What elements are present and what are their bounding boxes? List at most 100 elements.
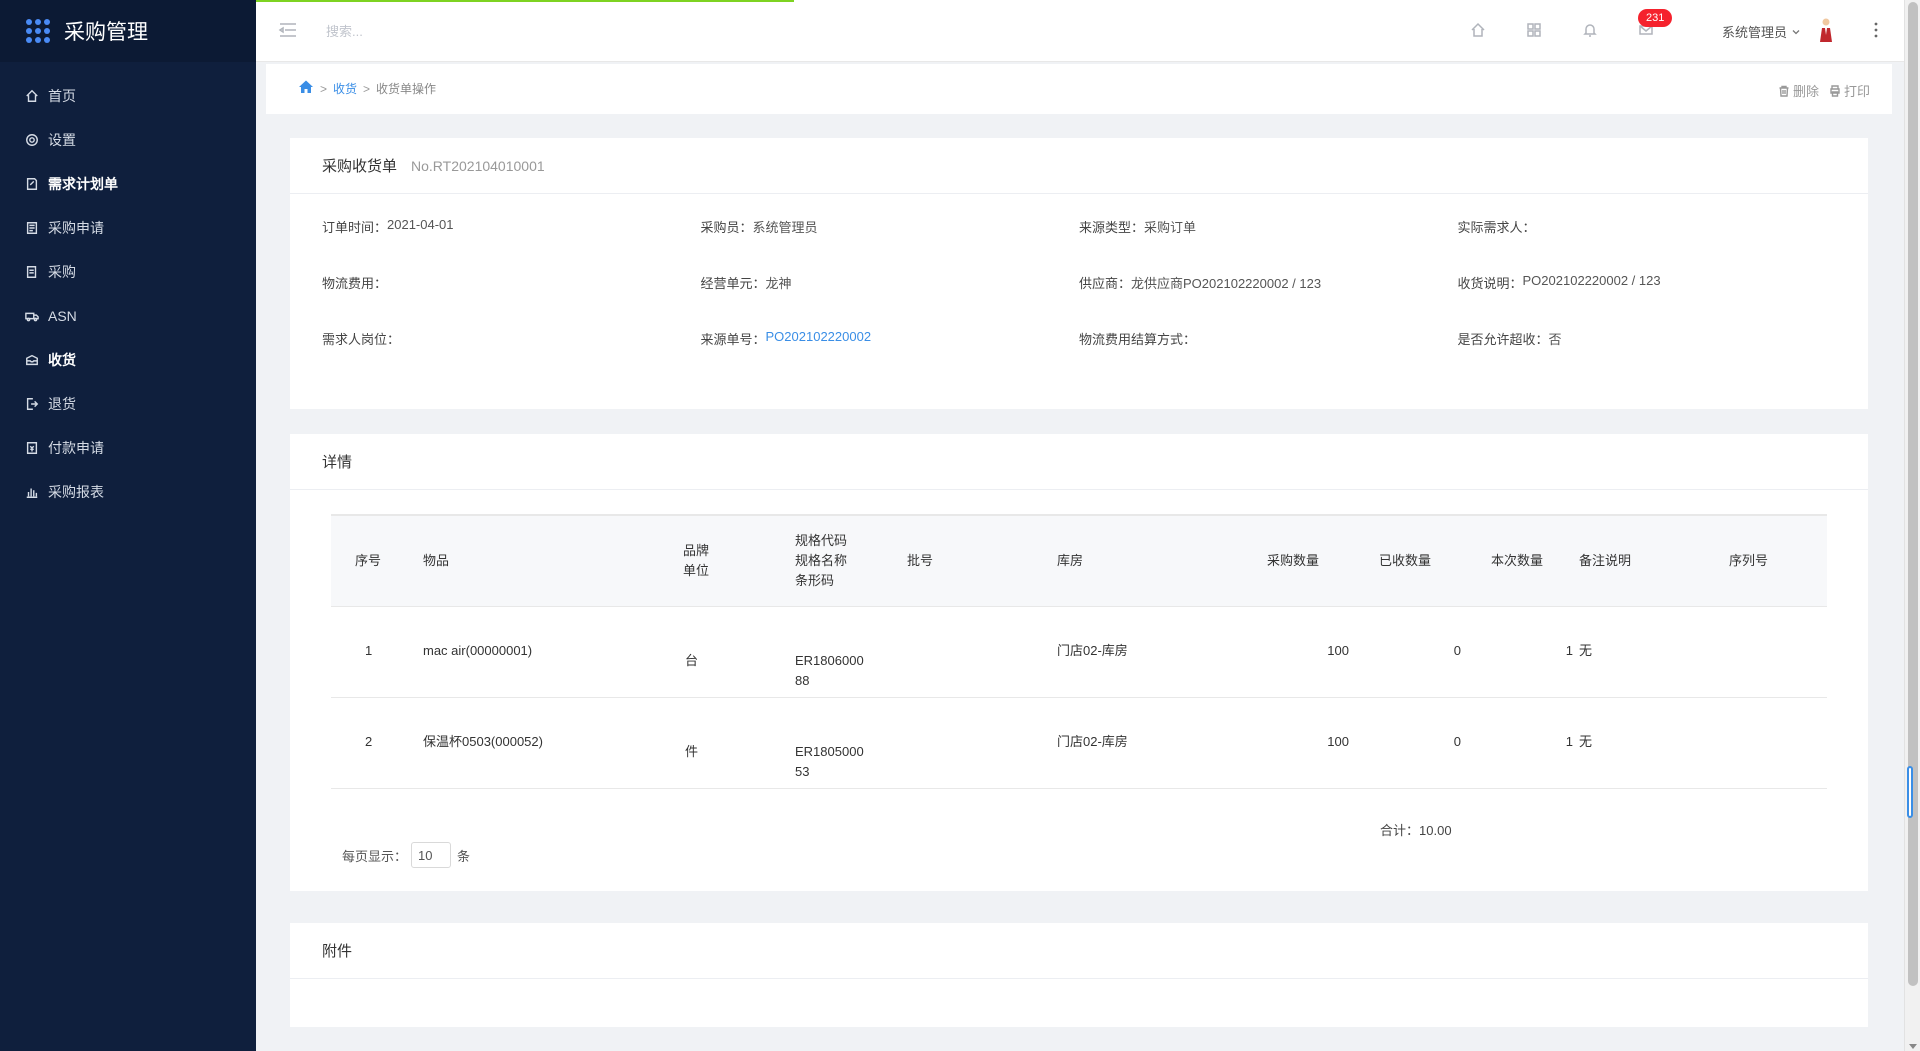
- cell-code-line1: ER1805000: [795, 744, 864, 759]
- print-button[interactable]: 打印: [1829, 81, 1870, 100]
- field-label: 采购员：: [700, 219, 753, 235]
- receipt-note-field: 收货说明： PO202102220002 / 123: [1458, 273, 1837, 292]
- top-bar: 231 系统管理员: [256, 0, 1904, 62]
- cell-warehouse: 门店02-库房: [1057, 643, 1128, 658]
- field-label: 经营单元：: [700, 275, 766, 291]
- sidebar-item-demand-plan[interactable]: 需求计划单: [0, 162, 256, 206]
- attachment-card: 附件: [290, 923, 1868, 1027]
- breadcrumb-separator: >: [363, 81, 371, 96]
- cell-remark: 无: [1579, 734, 1593, 749]
- page-scrollbar[interactable]: [1904, 0, 1920, 1051]
- scroll-down-arrow-icon[interactable]: [1909, 1044, 1917, 1049]
- breadcrumb-separator: >: [320, 81, 328, 96]
- sidebar-item-asn[interactable]: ASN: [0, 294, 256, 338]
- apps-grid-icon: [26, 19, 50, 43]
- breadcrumb-link-receiving[interactable]: 收货: [333, 80, 357, 97]
- trash-icon: [1779, 85, 1789, 97]
- bar-chart-icon: [24, 484, 40, 500]
- collapse-menu-icon[interactable]: [278, 20, 298, 40]
- page-size-input[interactable]: [411, 842, 452, 868]
- bell-icon[interactable]: [1580, 20, 1600, 40]
- field-value: 龙神: [765, 275, 792, 291]
- exit-icon: [24, 396, 40, 412]
- table-row[interactable]: 1 mac air(00000001) 台 ER1806000 88 门店02-…: [331, 607, 1827, 698]
- home-icon: [24, 88, 40, 104]
- home-icon[interactable]: [298, 79, 314, 98]
- col-barcode: 条形码: [795, 573, 835, 588]
- table-row[interactable]: 2 保温杯0503(000052) 件 ER1805000 53 门店02-库房…: [331, 698, 1827, 789]
- cell-received-qty: 0: [1453, 734, 1461, 749]
- more-options-icon[interactable]: [1866, 20, 1886, 40]
- field-label: 需求人岗位：: [322, 331, 401, 347]
- sidebar-item-home[interactable]: 首页: [0, 74, 256, 118]
- total-label: 合计：: [1380, 823, 1420, 838]
- info-row: 需求人岗位： 来源单号： PO202102220002 物流费用结算方式： 是否允…: [322, 310, 1836, 366]
- col-spec-name: 规格名称: [795, 553, 848, 568]
- message-count-badge: 231: [1638, 9, 1673, 27]
- cell-warehouse: 门店02-库房: [1057, 734, 1128, 749]
- cell-item: 保温杯0503(000052): [423, 734, 543, 749]
- sidebar-item-receiving[interactable]: 收货: [0, 338, 256, 382]
- page-size-label: 每页显示：: [342, 848, 408, 864]
- card-header: 附件: [290, 923, 1868, 979]
- box-icon: [24, 352, 40, 368]
- business-unit-field: 经营单元： 龙神: [701, 273, 1080, 292]
- supplier-field: 供应商： 龙供应商PO202102220002 / 123: [1079, 273, 1458, 292]
- attachment-title: 附件: [322, 943, 353, 960]
- col-serial: 序列号: [1729, 553, 1769, 568]
- sidebar-item-purchase-request[interactable]: 采购申请: [0, 206, 256, 250]
- sidebar-item-return[interactable]: 退货: [0, 382, 256, 426]
- sidebar-item-label: 采购: [48, 264, 76, 280]
- cell-unit: 台: [685, 653, 699, 668]
- app-title: 采购管理: [64, 21, 148, 44]
- col-batch: 批号: [907, 553, 934, 568]
- field-label: 实际需求人：: [1457, 219, 1536, 235]
- sidebar-item-purchase-report[interactable]: 采购报表: [0, 470, 256, 514]
- sidebar-menu: 首页 设置 需求计划单 采购申请 采购 ASN 收货 退货 付款申请 采购报表: [0, 62, 256, 514]
- delete-button[interactable]: 删除: [1778, 81, 1819, 100]
- sidebar-item-purchase[interactable]: 采购: [0, 250, 256, 294]
- requester-position-field: 需求人岗位：: [322, 329, 701, 348]
- field-label: 物流费用结算方式：: [1079, 331, 1197, 347]
- page-size-unit: 条: [457, 848, 471, 864]
- field-value: 2021-04-01: [387, 216, 454, 232]
- receipt-info-grid: 订单时间： 2021-04-01 采购员： 系统管理员 来源类型： 采购订单 实际需求…: [290, 194, 1868, 366]
- card-header: 详情: [290, 434, 1868, 490]
- field-value: 否: [1548, 331, 1562, 347]
- cell-this-qty: 1: [1565, 734, 1573, 749]
- doc-icon: [24, 220, 40, 236]
- buyer-field: 采购员： 系统管理员: [701, 217, 1080, 236]
- sidebar-item-label: ASN: [48, 308, 77, 324]
- sidebar-item-label: 付款申请: [48, 440, 104, 456]
- actual-requester-field: 实际需求人：: [1458, 217, 1837, 236]
- apps-icon[interactable]: [1524, 20, 1544, 40]
- field-value: 采购订单: [1144, 219, 1197, 235]
- user-menu[interactable]: 系统管理员: [1722, 22, 1801, 41]
- breadcrumb-bar: > 收货 > 收货单操作 删除 打印: [266, 64, 1892, 114]
- avatar[interactable]: [1818, 17, 1834, 43]
- page-actions: 删除 打印: [1768, 81, 1870, 100]
- receipt-number: No.RT202104010001: [411, 157, 545, 174]
- cell-remark: 无: [1579, 643, 1593, 658]
- breadcrumb-current: 收货单操作: [376, 82, 437, 96]
- brand[interactable]: 采购管理: [0, 0, 256, 62]
- sidebar-item-payment-request[interactable]: 付款申请: [0, 426, 256, 470]
- doc-edit-icon: [24, 176, 40, 192]
- allow-over-receipt-field: 是否允许超收：否: [1458, 329, 1837, 348]
- sidebar-item-label: 需求计划单: [48, 176, 118, 192]
- cell-this-qty: 1: [1565, 643, 1573, 658]
- home-icon[interactable]: [1468, 20, 1488, 40]
- sidebar-item-settings[interactable]: 设置: [0, 118, 256, 162]
- cell-code-line2: 53: [795, 764, 810, 779]
- source-number-link[interactable]: PO202102220002: [766, 329, 872, 348]
- col-seq: 序号: [355, 553, 382, 568]
- col-received-qty: 已收数量: [1379, 553, 1432, 568]
- col-spec-code: 规格代码: [795, 533, 848, 548]
- sidebar-item-label: 设置: [48, 132, 76, 148]
- scroll-thumb[interactable]: [1908, 2, 1918, 986]
- breadcrumb: > 收货 > 收货单操作: [298, 79, 436, 98]
- detail-card: 详情 序号 物品 品牌 单位 规格代码 规格名称 条形码 批号 库房 采购数量 …: [290, 434, 1868, 891]
- search-input[interactable]: [326, 18, 526, 44]
- cell-purchase-qty: 100: [1327, 734, 1349, 749]
- order-time-field: 订单时间： 2021-04-01: [322, 217, 701, 236]
